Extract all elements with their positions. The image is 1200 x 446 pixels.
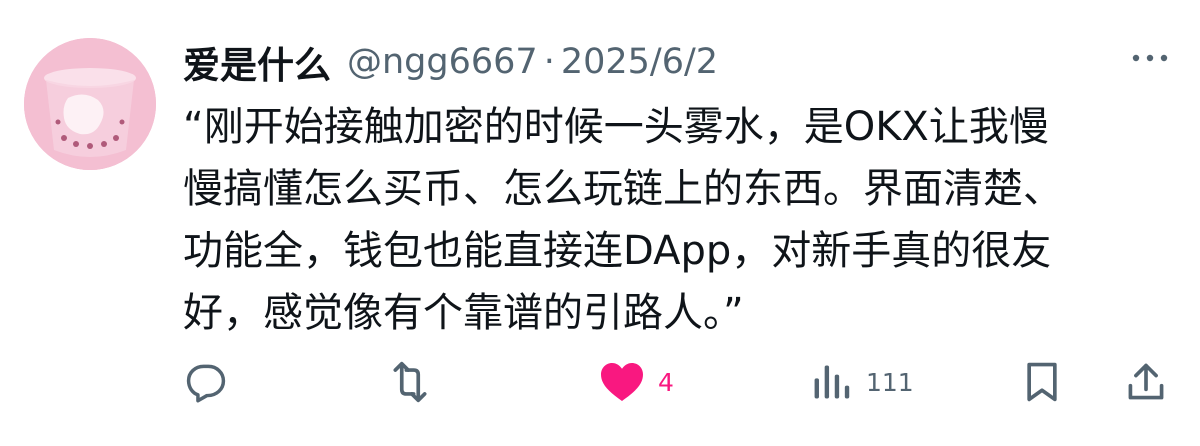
tweet-text-line: 好，感觉像有个靠谱的引路人。” (183, 290, 744, 336)
views-button[interactable]: 111 (810, 352, 914, 412)
more-options-button[interactable] (1126, 40, 1174, 76)
separator: · (543, 42, 555, 82)
share-icon (1128, 363, 1164, 400)
like-button[interactable]: 4 (598, 352, 674, 412)
retweet-icon (393, 361, 427, 403)
tweet-text-line: “刚开始接触加密的时候一头雾水，是OKX让我慢 (183, 104, 1049, 150)
tweet-header: 爱是什么 @ngg6667 · 2025/6/2 (183, 34, 718, 90)
share-button[interactable] (1124, 352, 1168, 412)
more-dots-icon (1132, 54, 1168, 62)
tweet-text-line: 慢搞懂怎么买币、怎么玩链上的东西。界面清楚、 (183, 166, 1063, 212)
user-handle[interactable]: @ngg6667 (347, 42, 538, 82)
tweet: 爱是什么 @ngg6667 · 2025/6/2 “刚开始接触加密的时候一头雾水… (0, 0, 1200, 446)
views-icon (814, 365, 850, 399)
reply-icon (186, 364, 226, 403)
tweet-date[interactable]: 2025/6/2 (561, 42, 718, 82)
heart-icon (601, 363, 643, 401)
avatar[interactable] (24, 38, 156, 170)
bookmark-icon (1027, 362, 1057, 402)
like-count: 4 (658, 367, 674, 397)
tweet-text-line: 功能全，钱包也能直接连DApp，对新手真的很友 (183, 228, 1052, 274)
display-name[interactable]: 爱是什么 (183, 35, 331, 89)
action-bar: 4 111 (0, 352, 1200, 412)
bookmark-button[interactable] (1022, 352, 1062, 412)
cat-paw-cup-image (24, 38, 156, 170)
retweet-button[interactable] (386, 352, 434, 412)
reply-button[interactable] (184, 352, 228, 412)
views-count: 111 (866, 367, 914, 397)
tweet-text: “刚开始接触加密的时候一头雾水，是OKX让我慢 慢搞懂怎么买币、怎么玩链上的东西… (183, 96, 1163, 344)
